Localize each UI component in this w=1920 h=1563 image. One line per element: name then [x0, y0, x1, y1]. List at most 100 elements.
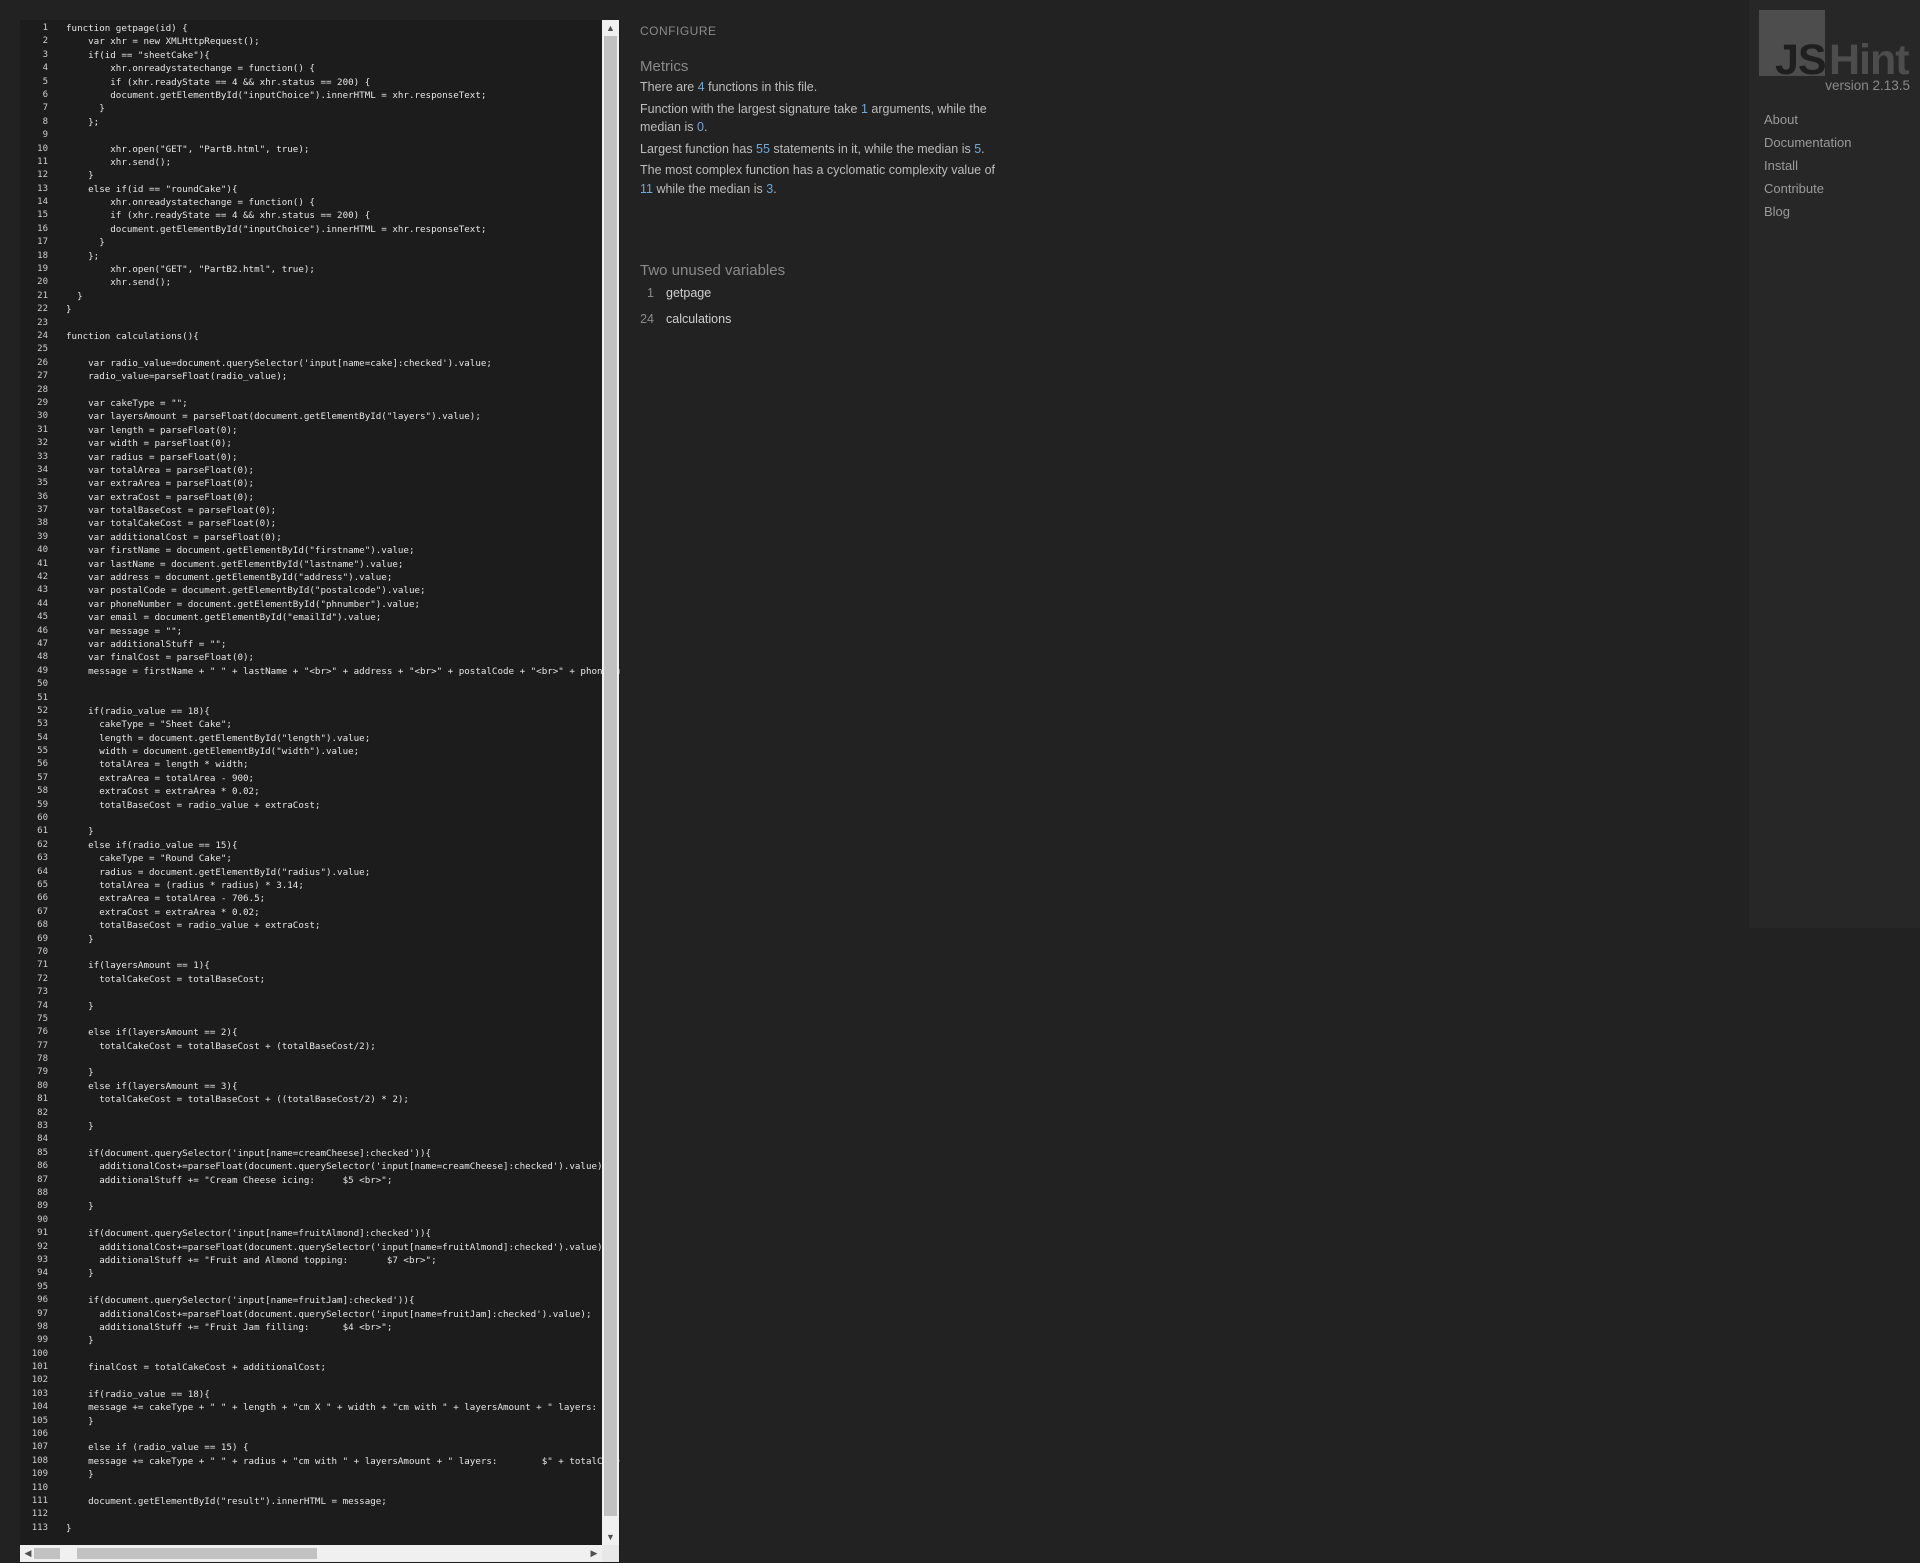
code-line[interactable]: totalCakeCost = totalBaseCost + (totalBa… — [66, 1040, 620, 1053]
code-line[interactable]: document.getElementById("inputChoice").i… — [66, 89, 620, 102]
code-line[interactable]: }; — [66, 116, 620, 129]
code-line[interactable]: finalCost = totalCakeCost + additionalCo… — [66, 1361, 620, 1374]
code-line[interactable]: var phoneNumber = document.getElementByI… — [66, 598, 620, 611]
code-line[interactable]: } — [66, 1000, 620, 1013]
code-line[interactable] — [66, 1053, 620, 1066]
nav-documentation-link[interactable]: Documentation — [1764, 131, 1851, 154]
code-line[interactable]: additionalStuff += "Fruit and Almond top… — [66, 1254, 620, 1267]
code-line[interactable] — [66, 1508, 620, 1521]
code-line[interactable]: cakeType = "Round Cake"; — [66, 852, 620, 865]
horizontal-scroll-thumb[interactable] — [77, 1548, 317, 1559]
code-line[interactable]: } — [66, 933, 620, 946]
code-line[interactable]: xhr.open("GET", "PartB2.html", true); — [66, 263, 620, 276]
jshint-logo[interactable]: JS Hint — [1759, 10, 1919, 84]
code-line[interactable] — [66, 812, 620, 825]
code-line[interactable]: } — [66, 1267, 620, 1280]
code-line[interactable]: var totalCakeCost = parseFloat(0); — [66, 517, 620, 530]
code-line[interactable]: xhr.open("GET", "PartB.html", true); — [66, 143, 620, 156]
code-line[interactable]: var radius = parseFloat(0); — [66, 451, 620, 464]
scroll-right-arrow-icon[interactable]: ▶ — [586, 1545, 602, 1562]
code-line[interactable]: totalBaseCost = radio_value + extraCost; — [66, 919, 620, 932]
code-line[interactable]: message = firstName + " " + lastName + "… — [66, 665, 620, 678]
code-line[interactable]: var layersAmount = parseFloat(document.g… — [66, 410, 620, 423]
code-line[interactable]: var additionalCost = parseFloat(0); — [66, 531, 620, 544]
code-line[interactable]: message += cakeType + " " + radius + "cm… — [66, 1455, 620, 1468]
code-line[interactable]: extraCost = extraArea * 0.02; — [66, 785, 620, 798]
code-line[interactable]: totalCakeCost = totalBaseCost + ((totalB… — [66, 1093, 620, 1106]
code-line[interactable]: xhr.onreadystatechange = function() { — [66, 62, 620, 75]
code-line[interactable]: } — [66, 1200, 620, 1213]
code-line[interactable]: } — [66, 1522, 620, 1535]
code-line[interactable]: if (xhr.readyState == 4 && xhr.status ==… — [66, 209, 620, 222]
code-line[interactable]: }; — [66, 250, 620, 263]
code-line[interactable]: if(document.querySelector('input[name=fr… — [66, 1227, 620, 1240]
code-line[interactable]: var extraCost = parseFloat(0); — [66, 491, 620, 504]
scroll-up-arrow-icon[interactable]: ▲ — [602, 20, 619, 36]
code-line[interactable] — [66, 1214, 620, 1227]
configure-link[interactable]: CONFIGURE — [640, 24, 1000, 38]
code-line[interactable]: } — [66, 1334, 620, 1347]
nav-about-link[interactable]: About — [1764, 108, 1851, 131]
vertical-scrollbar[interactable]: ▲ ▼ — [602, 20, 619, 1545]
code-line[interactable] — [66, 317, 620, 330]
code-line[interactable]: } — [66, 1066, 620, 1079]
code-line[interactable]: var message = ""; — [66, 625, 620, 638]
code-line[interactable]: var finalCost = parseFloat(0); — [66, 651, 620, 664]
code-line[interactable] — [66, 678, 620, 691]
code-line[interactable]: if(id == "sheetCake"){ — [66, 49, 620, 62]
code-line[interactable]: var totalBaseCost = parseFloat(0); — [66, 504, 620, 517]
code-editor[interactable]: 1 2 3 4 5 6 7 8 9 10 11 12 13 14 15 16 17 18 19 20 21 22 23 24 2… — [20, 20, 620, 1563]
vertical-scroll-thumb[interactable] — [604, 36, 617, 1516]
code-line[interactable]: additionalCost+=parseFloat(document.quer… — [66, 1241, 620, 1254]
code-line[interactable] — [66, 1428, 620, 1441]
code-line[interactable]: else if(layersAmount == 3){ — [66, 1080, 620, 1093]
code-line[interactable]: additionalStuff += "Fruit Jam filling: $… — [66, 1321, 620, 1334]
code-line[interactable]: length = document.getElementById("length… — [66, 732, 620, 745]
code-line[interactable]: totalCakeCost = totalBaseCost; — [66, 973, 620, 986]
code-line[interactable]: if (xhr.readyState == 4 && xhr.status ==… — [66, 76, 620, 89]
code-line[interactable]: var lastName = document.getElementById("… — [66, 558, 620, 571]
code-line[interactable] — [66, 1281, 620, 1294]
code-line[interactable]: var email = document.getElementById("ema… — [66, 611, 620, 624]
nav-install-link[interactable]: Install — [1764, 154, 1851, 177]
code-line[interactable] — [66, 692, 620, 705]
code-line[interactable] — [66, 986, 620, 999]
code-line[interactable]: var extraArea = parseFloat(0); — [66, 477, 620, 490]
scroll-left-track-piece[interactable] — [34, 1548, 60, 1559]
code-line[interactable]: } — [66, 1468, 620, 1481]
code-line[interactable]: var address = document.getElementById("a… — [66, 571, 620, 584]
code-line[interactable]: var width = parseFloat(0); — [66, 437, 620, 450]
nav-blog-link[interactable]: Blog — [1764, 200, 1851, 223]
code-line[interactable]: message += cakeType + " " + length + "cm… — [66, 1401, 620, 1414]
code-line[interactable] — [66, 1133, 620, 1146]
code-line[interactable] — [66, 1107, 620, 1120]
code-line[interactable]: radius = document.getElementById("radius… — [66, 866, 620, 879]
code-line[interactable] — [66, 1374, 620, 1387]
code-line[interactable] — [66, 946, 620, 959]
code-line[interactable]: } — [66, 1120, 620, 1133]
code-line[interactable] — [66, 384, 620, 397]
code-line[interactable]: if(radio_value == 18){ — [66, 1388, 620, 1401]
code-line[interactable]: if(document.querySelector('input[name=cr… — [66, 1147, 620, 1160]
code-line[interactable]: extraCost = extraArea * 0.02; — [66, 906, 620, 919]
code-line[interactable] — [66, 343, 620, 356]
code-line[interactable]: cakeType = "Sheet Cake"; — [66, 718, 620, 731]
code-line[interactable]: radio_value=parseFloat(radio_value); — [66, 370, 620, 383]
code-line[interactable]: additionalStuff += "Cream Cheese icing: … — [66, 1174, 620, 1187]
code-line[interactable]: } — [66, 303, 620, 316]
code-line[interactable]: } — [66, 236, 620, 249]
code-line[interactable]: totalBaseCost = radio_value + extraCost; — [66, 799, 620, 812]
unused-variable-row[interactable]: 24 calculations — [640, 308, 1000, 331]
code-line[interactable]: width = document.getElementById("width")… — [66, 745, 620, 758]
code-line[interactable]: } — [66, 825, 620, 838]
code-line[interactable]: document.getElementById("inputChoice").i… — [66, 223, 620, 236]
code-line[interactable]: } — [66, 290, 620, 303]
nav-contribute-link[interactable]: Contribute — [1764, 177, 1851, 200]
horizontal-scrollbar[interactable]: ◀ ▶ — [20, 1545, 602, 1562]
code-line[interactable]: var xhr = new XMLHttpRequest(); — [66, 35, 620, 48]
code-line[interactable]: if(document.querySelector('input[name=fr… — [66, 1294, 620, 1307]
code-line[interactable]: else if(id == "roundCake"){ — [66, 183, 620, 196]
code-line[interactable]: xhr.onreadystatechange = function() { — [66, 196, 620, 209]
code-line[interactable]: totalArea = (radius * radius) * 3.14; — [66, 879, 620, 892]
code-line[interactable] — [66, 1013, 620, 1026]
